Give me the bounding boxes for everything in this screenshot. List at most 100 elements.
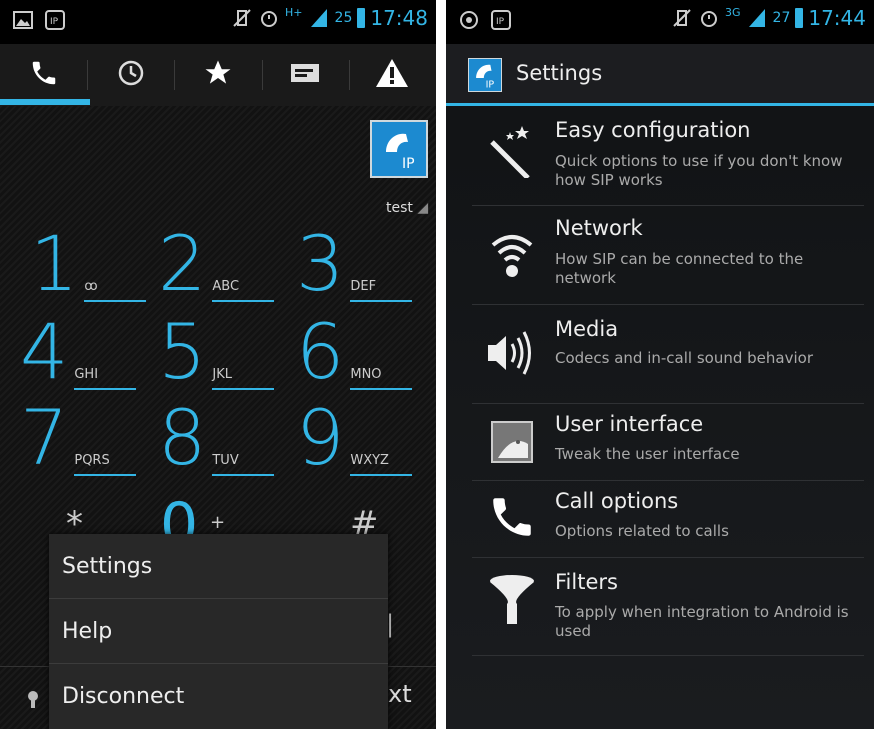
settings-item-network[interactable]: Network How SIP can be connected to the …: [472, 206, 864, 305]
digit: 4: [20, 307, 69, 396]
digit: 2: [158, 219, 207, 308]
svg-text:IP: IP: [50, 17, 59, 27]
settings-item-subtitle: Quick options to use if you don't know h…: [555, 152, 843, 189]
battery-icon: [357, 8, 366, 28]
dial-key-5[interactable]: 5 JKL: [158, 307, 275, 396]
signal-icon: [746, 7, 768, 29]
vibrate-icon: [231, 7, 253, 29]
tab-favorites[interactable]: [174, 44, 261, 106]
dial-key-2[interactable]: 2 ABC: [158, 219, 275, 308]
dial-key-4[interactable]: 4 GHI: [20, 307, 137, 396]
dial-key-8[interactable]: 8 TUV: [158, 393, 275, 482]
dialer-screen: IP H+ 25 17:48 IP test ◢ 1ꝏ 2 ABC 3 DEF 4G…: [0, 0, 436, 729]
svg-text:IP: IP: [402, 156, 415, 172]
speaker-icon: [482, 323, 542, 383]
status-bar: IP H+ 25 17:48: [0, 0, 436, 44]
letters: WXYZ: [350, 453, 413, 476]
settings-item-call-options[interactable]: Call options Options related to calls: [472, 481, 864, 558]
settings-item-subtitle: Codecs and in-call sound behavior: [555, 349, 813, 367]
star-icon: [203, 58, 233, 92]
letters: MNO: [350, 367, 413, 390]
battery-level: 25: [334, 10, 353, 26]
options-menu: Settings Help Disconnect: [49, 534, 388, 729]
network-type: H+: [285, 5, 303, 19]
gallery-icon: [12, 9, 34, 31]
dropdown-corner-icon: ◢: [417, 200, 429, 216]
key-icon[interactable]: [26, 690, 40, 708]
account-selector[interactable]: test ◢: [386, 200, 428, 216]
letters: GHI: [74, 367, 137, 390]
phone-icon: [29, 58, 59, 92]
tab-dialer[interactable]: [0, 44, 87, 106]
tab-call-log[interactable]: [87, 44, 174, 106]
tab-indicator: [0, 99, 90, 105]
digit: 9: [296, 393, 345, 482]
menu-item-help[interactable]: Help: [49, 599, 388, 664]
settings-item-filters[interactable]: Filters To apply when integration to And…: [472, 558, 864, 656]
tab-messages[interactable]: [261, 44, 349, 106]
alarm-icon: [698, 7, 720, 29]
vibrate-icon: [671, 7, 693, 29]
funnel-icon: [482, 570, 542, 630]
digit: 8: [158, 393, 207, 482]
dial-key-3[interactable]: 3 DEF: [296, 219, 413, 308]
tab-warnings[interactable]: [348, 44, 436, 106]
settings-item-title: Network: [555, 216, 643, 240]
clock-icon: [116, 58, 146, 92]
sip-notification-icon: IP: [490, 9, 512, 31]
svg-text:IP: IP: [486, 79, 495, 90]
settings-item-media[interactable]: Media Codecs and in-call sound behavior: [472, 305, 864, 404]
settings-screen: IP 3G 27 17:44 IP Settings Easy configur…: [446, 0, 874, 729]
dial-key-0-plus: +: [210, 512, 226, 533]
settings-item-title: Easy configuration: [555, 118, 751, 142]
settings-item-subtitle: Tweak the user interface: [555, 445, 740, 463]
dial-key-6[interactable]: 6 MNO: [296, 307, 413, 396]
whatsapp-icon: [458, 9, 480, 31]
signal-icon: [308, 7, 330, 29]
app-logo-icon[interactable]: IP: [468, 58, 502, 92]
voicemail-icon: ꝏ: [84, 279, 147, 302]
battery-icon: [795, 8, 804, 28]
app-logo-icon[interactable]: IP: [370, 120, 428, 178]
settings-item-easy-configuration[interactable]: Easy configuration Quick options to use …: [472, 108, 864, 206]
next-button-partial[interactable]: xt: [388, 680, 412, 708]
android-icon: [482, 412, 542, 472]
sip-notification-icon: IP: [44, 9, 66, 31]
digit: 5: [158, 307, 207, 396]
settings-item-title: Call options: [555, 489, 679, 513]
settings-item-subtitle: How SIP can be connected to the network: [555, 250, 804, 287]
account-name: test: [386, 200, 413, 216]
warning-icon: [375, 58, 409, 92]
settings-item-subtitle: Options related to calls: [555, 522, 729, 540]
dial-key-9[interactable]: 9 WXYZ: [296, 393, 413, 482]
letters: JKL: [212, 367, 275, 390]
dial-key-1[interactable]: 1ꝏ: [30, 219, 147, 308]
settings-item-user-interface[interactable]: User interface Tweak the user interface: [472, 404, 864, 481]
letters: ABC: [212, 279, 275, 302]
page-title: Settings: [516, 61, 603, 85]
action-bar: IP Settings: [446, 44, 874, 106]
message-icon: [290, 61, 320, 89]
settings-item-title: Media: [555, 317, 619, 341]
menu-item-settings[interactable]: Settings: [49, 534, 388, 599]
menu-item-disconnect[interactable]: Disconnect: [49, 664, 388, 729]
wifi-icon: [482, 224, 542, 284]
status-bar: IP 3G 27 17:44: [446, 0, 874, 44]
network-type: 3G: [725, 5, 741, 19]
dial-key-7[interactable]: 7 PQRS: [20, 393, 137, 482]
phone-icon: [482, 487, 542, 547]
clock-time: 17:44: [808, 6, 866, 30]
digit: 7: [20, 393, 69, 482]
digit: 1: [30, 219, 79, 308]
digit: 6: [296, 307, 345, 396]
svg-text:IP: IP: [496, 17, 505, 27]
battery-level: 27: [772, 10, 791, 26]
settings-item-title: Filters: [555, 570, 618, 594]
letters: TUV: [212, 453, 275, 476]
settings-list: Easy configuration Quick options to use …: [472, 108, 864, 656]
magic-wand-icon: [482, 120, 542, 180]
letters: DEF: [350, 279, 413, 302]
letters: PQRS: [74, 453, 137, 476]
clock-time: 17:48: [370, 6, 428, 30]
digit: 3: [296, 219, 345, 308]
